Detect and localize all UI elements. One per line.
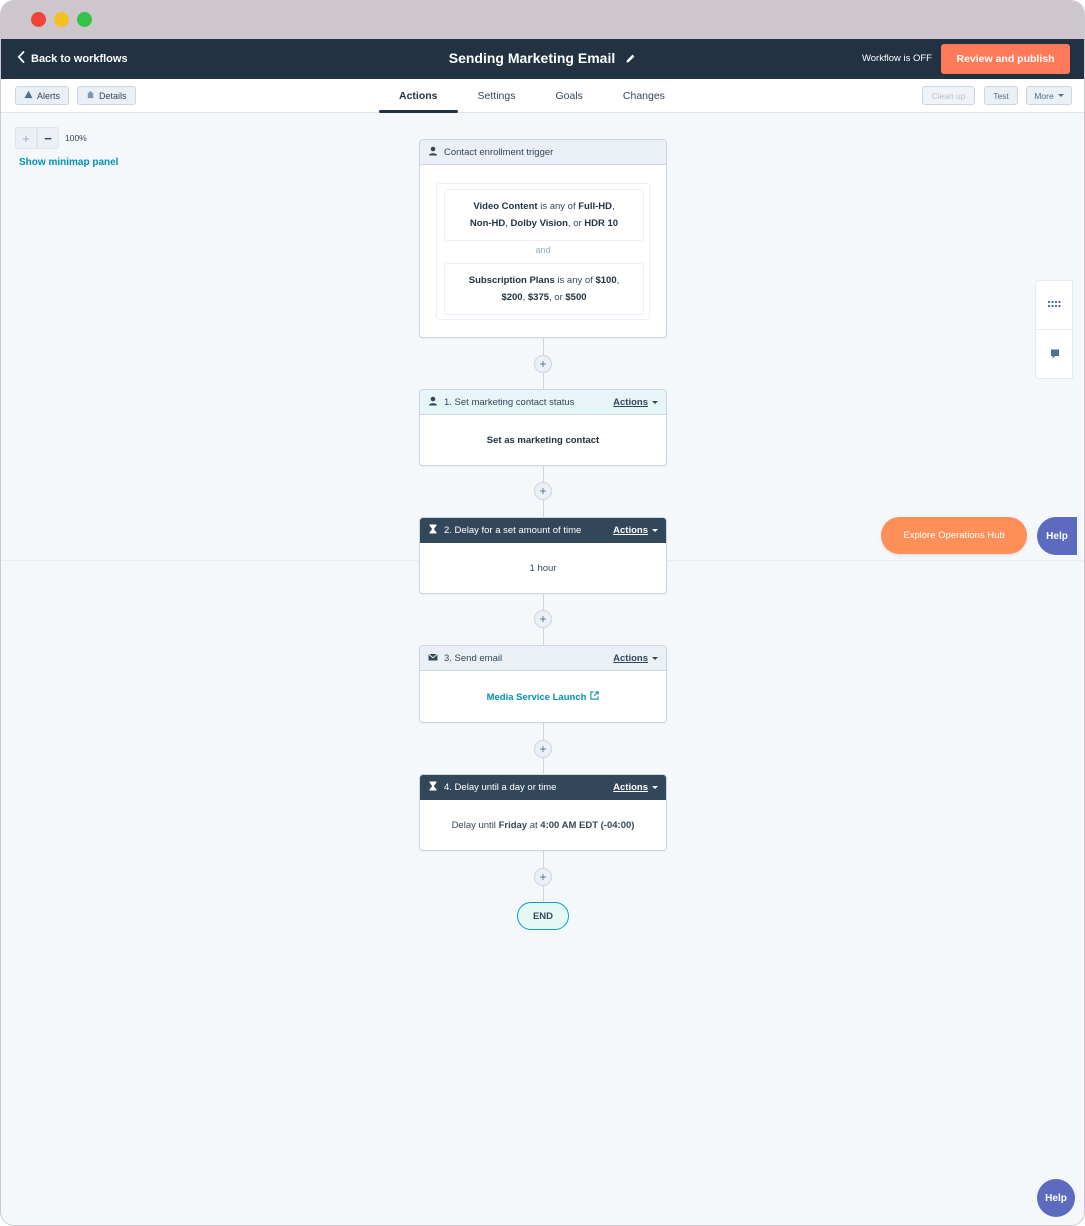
- email-link[interactable]: Media Service Launch: [487, 691, 600, 703]
- zoom-out-button[interactable]: −: [37, 127, 59, 149]
- step-card-send-email[interactable]: 3. Send email Actions Media Service Laun…: [419, 645, 667, 723]
- actions-dropdown[interactable]: Actions: [613, 653, 658, 664]
- and-separator: and: [535, 245, 551, 255]
- step-body: Media Service Launch: [420, 671, 666, 722]
- sub-navigation-bar: Alerts Details Actions Settings Goals Ch…: [1, 79, 1084, 113]
- tab-settings[interactable]: Settings: [458, 79, 536, 113]
- external-link-icon: [590, 691, 600, 703]
- workflow-end-node: END: [517, 902, 569, 930]
- trigger-card-header: Contact enrollment trigger: [420, 140, 666, 165]
- comments-button[interactable]: [1036, 330, 1074, 379]
- enrollment-trigger-card[interactable]: Contact enrollment trigger Video Content…: [419, 139, 667, 338]
- trigger-condition-video-content[interactable]: Video Content is any of Full-HD, Non-HD,…: [444, 189, 644, 241]
- step-card-delay-set-time[interactable]: 2. Delay for a set amount of time Action…: [419, 517, 667, 594]
- workflow-tabs: Actions Settings Goals Changes: [379, 79, 685, 113]
- step-card-set-marketing-status[interactable]: 1. Set marketing contact status Actions …: [419, 389, 667, 466]
- trigger-title: Contact enrollment trigger: [444, 146, 554, 158]
- close-window-button[interactable]: [31, 12, 46, 27]
- clean-up-button[interactable]: Clean up: [922, 86, 975, 105]
- window-titlebar: [1, 1, 1084, 39]
- top-navigation-bar: Back to workflows Sending Marketing Emai…: [1, 39, 1084, 79]
- step-title: 4. Delay until a day or time: [444, 781, 557, 793]
- details-icon: [86, 90, 95, 101]
- side-rail: [1035, 280, 1074, 379]
- zoom-in-button[interactable]: +: [15, 127, 37, 149]
- help-button[interactable]: Help: [1037, 517, 1077, 555]
- explore-operations-hub-button[interactable]: Explore Operations Hub: [881, 517, 1027, 554]
- add-action-button[interactable]: +: [534, 868, 552, 886]
- back-label: Back to workflows: [31, 52, 128, 65]
- caret-down-icon: [652, 400, 658, 404]
- more-label: More: [1034, 90, 1054, 101]
- step-card-header: 1. Set marketing contact status Actions: [420, 390, 666, 415]
- tab-actions[interactable]: Actions: [379, 79, 458, 113]
- step-body: Delay until Friday at 4:00 AM EDT (-04:0…: [451, 820, 635, 831]
- step-title: 3. Send email: [444, 652, 503, 664]
- back-to-workflows-link[interactable]: Back to workflows: [17, 51, 128, 66]
- caret-down-icon: [1057, 94, 1064, 97]
- workflow-title: Sending Marketing Email: [448, 50, 616, 66]
- step-card-header: 3. Send email Actions: [420, 646, 666, 671]
- step-card-delay-until-day[interactable]: 4. Delay until a day or time Actions Del…: [419, 774, 667, 851]
- contact-icon: [428, 146, 438, 159]
- warning-icon: [24, 90, 33, 101]
- workflow-status: Workflow is OFF: [861, 53, 932, 64]
- caret-down-icon: [652, 656, 658, 660]
- chevron-left-icon: [17, 51, 25, 66]
- step-title: 2. Delay for a set amount of time: [444, 524, 582, 536]
- trigger-condition-subscription-plans[interactable]: Subscription Plans is any of $100, $200,…: [444, 263, 644, 315]
- details-label: Details: [99, 90, 127, 101]
- step-card-header: 2. Delay for a set amount of time Action…: [420, 518, 666, 543]
- tab-changes[interactable]: Changes: [603, 79, 685, 113]
- details-button[interactable]: Details: [77, 86, 136, 105]
- hourglass-icon: [428, 524, 438, 537]
- help-button[interactable]: Help: [1037, 1179, 1075, 1217]
- minimize-window-button[interactable]: [54, 12, 69, 27]
- step-body: 1 hour: [529, 563, 557, 574]
- alerts-button[interactable]: Alerts: [15, 86, 69, 105]
- contact-icon: [428, 396, 438, 409]
- tab-goals[interactable]: Goals: [535, 79, 602, 113]
- more-dropdown[interactable]: More: [1026, 86, 1072, 105]
- step-title: 1. Set marketing contact status: [444, 396, 575, 408]
- add-action-button[interactable]: +: [534, 482, 552, 500]
- caret-down-icon: [652, 528, 658, 532]
- actions-dropdown[interactable]: Actions: [613, 525, 658, 536]
- caret-down-icon: [652, 785, 658, 789]
- keyboard-shortcuts-button[interactable]: [1036, 281, 1074, 330]
- actions-dropdown[interactable]: Actions: [613, 782, 658, 793]
- trigger-filters: Video Content is any of Full-HD, Non-HD,…: [436, 183, 650, 320]
- keyboard-icon: [1047, 296, 1063, 314]
- add-action-button[interactable]: +: [534, 740, 552, 758]
- step-body: Set as marketing contact: [486, 435, 600, 446]
- test-button[interactable]: Test: [984, 86, 1018, 105]
- comment-icon: [1047, 346, 1063, 364]
- actions-dropdown[interactable]: Actions: [613, 397, 658, 408]
- alerts-label: Alerts: [37, 90, 61, 101]
- show-minimap-link[interactable]: Show minimap panel: [19, 157, 118, 168]
- maximize-window-button[interactable]: [77, 12, 92, 27]
- envelope-icon: [428, 652, 438, 665]
- add-action-button[interactable]: +: [534, 355, 552, 373]
- zoom-controls: + − 100%: [15, 127, 87, 149]
- edit-pencil-icon[interactable]: [625, 53, 636, 64]
- review-and-publish-button[interactable]: Review and publish: [941, 44, 1070, 74]
- step-card-header: 4. Delay until a day or time Actions: [420, 775, 666, 800]
- hourglass-icon: [428, 781, 438, 794]
- add-action-button[interactable]: +: [534, 610, 552, 628]
- zoom-level: 100%: [65, 133, 87, 143]
- app-window: Back to workflows Sending Marketing Emai…: [0, 0, 1085, 1226]
